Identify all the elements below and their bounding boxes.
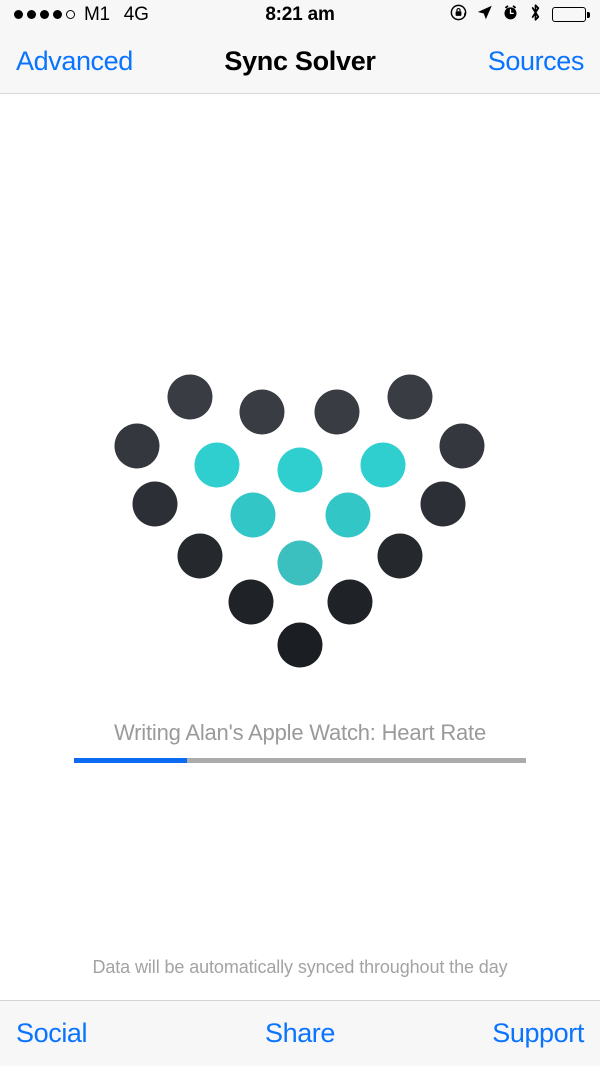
logo-dot-8 xyxy=(360,442,406,488)
logo-dot-19 xyxy=(277,622,323,668)
logo-dot-17 xyxy=(228,579,274,625)
logo-dot-6 xyxy=(194,442,240,488)
rotation-lock-icon xyxy=(450,4,467,26)
sources-button[interactable]: Sources xyxy=(488,46,585,77)
logo-dot-16 xyxy=(377,533,423,579)
logo-dot-7 xyxy=(277,447,323,493)
bottom-toolbar: Social Share Support xyxy=(0,1000,600,1066)
main-content: Writing Alan's Apple Watch: Heart Rate D… xyxy=(0,95,600,1000)
logo-dot-4 xyxy=(387,374,433,420)
status-bar-right xyxy=(450,3,590,27)
logo-dot-14 xyxy=(177,533,223,579)
sync-solver-heart-logo xyxy=(0,230,600,668)
location-arrow-icon xyxy=(476,4,493,26)
status-bar: M1 4G 8:21 am xyxy=(0,0,600,29)
sync-progress-fill xyxy=(74,758,187,763)
logo-dot-9 xyxy=(439,423,485,469)
sync-progress-block: Writing Alan's Apple Watch: Heart Rate xyxy=(74,720,526,763)
status-bar-left: M1 4G xyxy=(14,4,450,26)
sync-status-label: Writing Alan's Apple Watch: Heart Rate xyxy=(114,720,486,745)
logo-dot-3 xyxy=(314,389,360,435)
sync-info-note: Data will be automatically synced throug… xyxy=(92,957,508,977)
signal-strength-icon xyxy=(14,10,75,19)
navigation-bar: Advanced Sync Solver Sources xyxy=(0,29,600,94)
logo-dot-10 xyxy=(132,481,178,527)
logo-dot-13 xyxy=(420,481,466,527)
logo-dot-12 xyxy=(325,492,371,538)
sync-progress-bar xyxy=(74,758,526,763)
alarm-clock-icon xyxy=(502,4,519,26)
bluetooth-icon xyxy=(528,3,543,27)
battery-icon xyxy=(552,7,590,22)
app-screen: M1 4G 8:21 am Advanced Sync Solver Sourc… xyxy=(0,0,600,1066)
network-type: 4G xyxy=(123,3,149,25)
logo-dot-18 xyxy=(327,579,373,625)
toolbar-center-slot: Share xyxy=(0,1018,600,1049)
advanced-button[interactable]: Advanced xyxy=(16,46,133,77)
share-button[interactable]: Share xyxy=(265,1018,335,1049)
logo-dot-1 xyxy=(167,374,213,420)
logo-dot-5 xyxy=(114,423,160,469)
logo-dot-11 xyxy=(230,492,276,538)
logo-dot-2 xyxy=(239,389,285,435)
carrier-name: M1 xyxy=(84,3,110,25)
logo-dot-15 xyxy=(277,540,323,586)
